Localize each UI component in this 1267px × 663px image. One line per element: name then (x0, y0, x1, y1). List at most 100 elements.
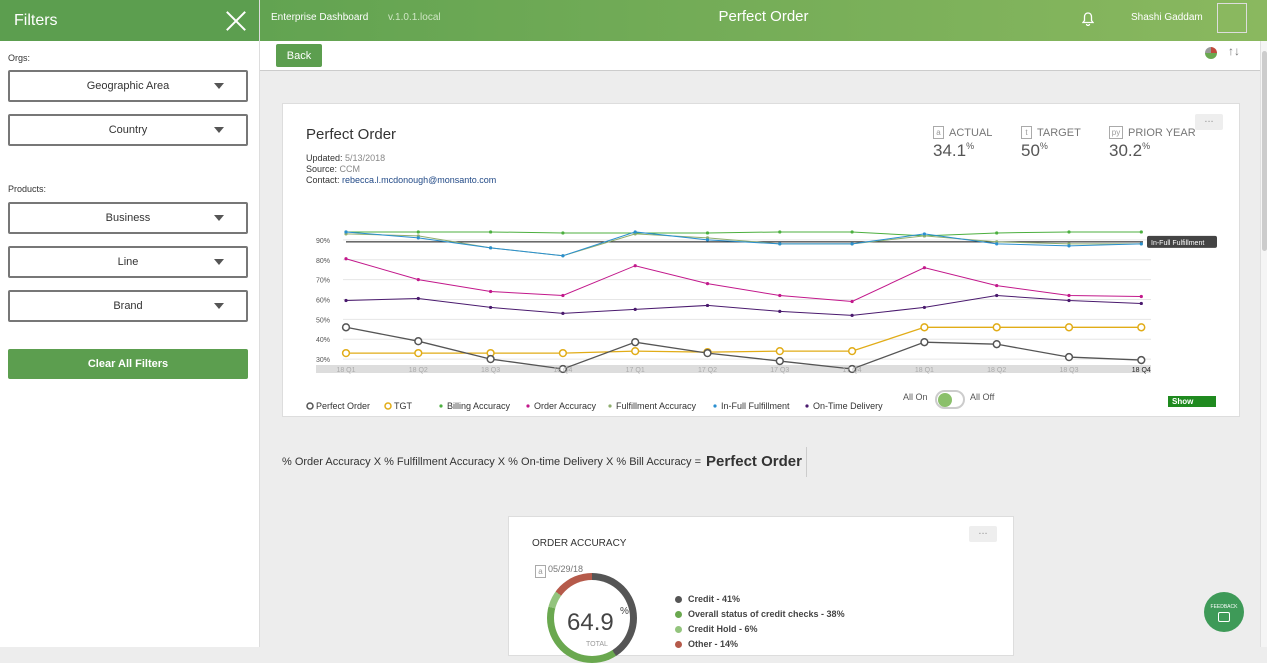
filters-sidebar: Filters Orgs: Geographic Area Country Pr… (0, 0, 260, 647)
bell-icon[interactable] (1082, 12, 1094, 26)
country-dropdown[interactable]: Country (8, 114, 248, 146)
point-billing-accuracy (1067, 230, 1071, 234)
y-tick-label: 80% (316, 258, 330, 265)
donut-legend-item: Credit - 41% (675, 594, 740, 604)
point-order-accuracy (344, 257, 348, 261)
legend-in-full-fulfillment[interactable]: In-Full Fulfillment (712, 401, 790, 411)
donut-value: 64.9 (567, 609, 614, 636)
point-tgt (1064, 323, 1074, 332)
toggle-knob (938, 393, 952, 407)
point-billing-accuracy (778, 230, 782, 234)
legend-fulfillment-accuracy[interactable]: Fulfillment Accuracy (607, 401, 696, 411)
x-tick-label: 18 Q4 (553, 367, 572, 374)
series-line-perfect-order (345, 326, 1142, 370)
legend-billing-accuracy[interactable]: Billing Accuracy (438, 401, 510, 411)
y-tick-label: 90% (316, 238, 330, 245)
scrollbar[interactable] (1260, 41, 1267, 647)
order-accuracy-card: ORDER ACCURACY ... a 05/29/18 64.9 % TOT… (508, 516, 1014, 663)
contact-email-link[interactable]: rebecca.l.mcdonough@monsanto.com (342, 175, 496, 185)
legend-order-accuracy[interactable]: Order Accuracy (525, 401, 596, 411)
order-accuracy-title: ORDER ACCURACY (532, 538, 627, 549)
feedback-button[interactable]: FEEDBACK (1204, 592, 1244, 632)
scrollbar-thumb[interactable] (1262, 51, 1267, 251)
point-tgt (992, 323, 1001, 332)
sidebar-header: Filters (0, 0, 259, 41)
point-order-accuracy (633, 264, 637, 268)
point-in-full-fulfillment (1067, 244, 1071, 248)
point-tgt (631, 346, 640, 356)
actual-icon: a (933, 126, 944, 139)
geographic-area-dropdown[interactable]: Geographic Area (8, 70, 248, 102)
back-button[interactable]: Back (276, 44, 322, 67)
order-accuracy-date: 05/29/18 (548, 564, 584, 574)
point-on-time-delivery (561, 311, 565, 315)
point-tgt (414, 348, 423, 358)
chevron-down-icon (214, 215, 224, 221)
point-tgt (775, 346, 784, 356)
page-title: Perfect Order (718, 8, 809, 25)
point-perfect-order (1064, 352, 1074, 362)
point-billing-accuracy (489, 230, 493, 234)
all-on-toggle[interactable] (935, 390, 965, 409)
point-order-accuracy (778, 293, 782, 298)
divider (806, 447, 807, 477)
chevron-down-icon (214, 303, 224, 309)
actual-icon: a (535, 565, 546, 578)
x-tick-label: 17 Q2 (698, 367, 717, 374)
clear-all-filters-button[interactable]: Clear All Filters (8, 349, 248, 379)
more-options-button[interactable]: ... (1195, 114, 1223, 130)
point-in-full-fulfillment (416, 236, 420, 240)
brand-dropdown[interactable]: Brand (8, 290, 248, 322)
sort-icon[interactable]: ↑↓ (1228, 44, 1240, 58)
series-line-billing-accuracy (346, 231, 1142, 237)
donut-legend-item: Credit Hold - 6% (675, 624, 758, 634)
series-line-in-full-fulfillment (345, 231, 1142, 257)
y-tick-label: 70% (316, 278, 330, 285)
x-tick-label: 18 Q1 (915, 367, 934, 374)
point-on-time-delivery (995, 293, 999, 298)
card-title: Perfect Order (306, 126, 397, 143)
sub-toolbar: Back ↑↓ (260, 41, 1260, 71)
point-order-accuracy (995, 283, 999, 288)
show-values-button[interactable]: Show Values (1168, 396, 1216, 407)
x-tick-label: 18 Q3 (481, 367, 500, 374)
point-billing-accuracy (850, 230, 854, 234)
chevron-down-icon (214, 259, 224, 265)
avatar[interactable] (1217, 3, 1247, 33)
point-in-full-fulfillment (489, 246, 493, 250)
user-name[interactable]: Shashi Gaddam (1131, 12, 1203, 23)
series-line-on-time-delivery (345, 295, 1142, 316)
legend-perfect-order[interactable]: Perfect Order (306, 401, 370, 411)
close-icon[interactable] (225, 10, 247, 32)
products-label: Products: (8, 184, 47, 194)
x-tick-label: 17 Q3 (770, 367, 789, 374)
legend-tgt[interactable]: TGT (384, 401, 412, 411)
x-tick-label: 18 Q4 (1132, 367, 1151, 374)
all-off-label: All Off (970, 392, 995, 402)
point-in-full-fulfillment (344, 230, 348, 234)
orgs-label: Orgs: (8, 53, 31, 63)
kpi-actual: a ACTUAL 34.1% (933, 126, 993, 160)
point-tgt (920, 323, 929, 332)
y-tick-label: 50% (316, 317, 330, 324)
point-order-accuracy (850, 299, 854, 304)
globe-icon[interactable] (1205, 47, 1217, 59)
chevron-down-icon (214, 127, 224, 133)
point-tgt (341, 348, 351, 358)
point-order-accuracy (1067, 293, 1071, 298)
business-dropdown[interactable]: Business (8, 202, 248, 234)
point-on-time-delivery (416, 296, 420, 301)
point-billing-accuracy (705, 231, 710, 235)
reference-label: In-Full Fulfillment (1151, 240, 1204, 247)
line-dropdown[interactable]: Line (8, 246, 248, 278)
point-perfect-order (1137, 355, 1146, 365)
legend-on-time-delivery[interactable]: On-Time Delivery (804, 401, 883, 411)
point-on-time-delivery (778, 309, 782, 313)
more-options-button[interactable]: ... (969, 526, 997, 542)
point-in-full-fulfillment (1139, 242, 1143, 246)
x-tick-label: 17 Q4 (843, 367, 862, 374)
point-perfect-order (775, 356, 784, 366)
point-in-full-fulfillment (922, 232, 927, 236)
point-in-full-fulfillment (633, 230, 637, 234)
kpi-target: t TARGET 50% (1021, 126, 1081, 160)
